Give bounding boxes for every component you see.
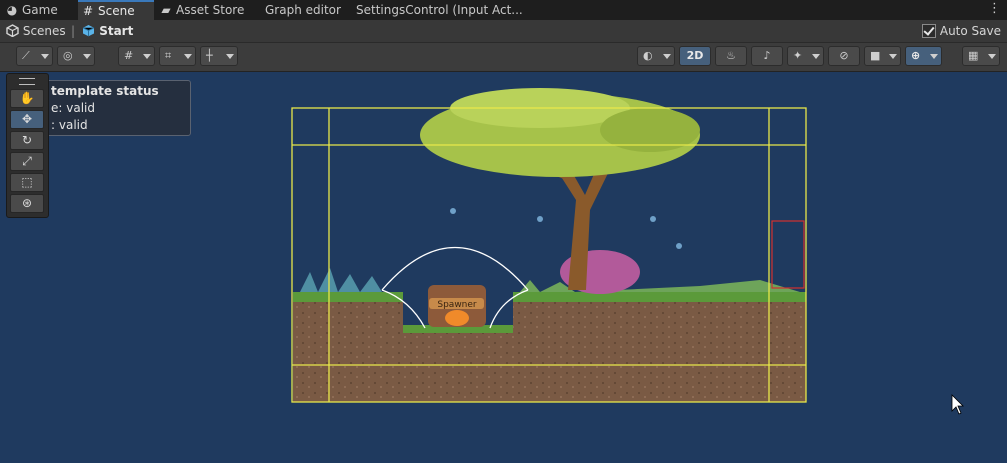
move-tool-icon: ✥ xyxy=(21,112,33,126)
grass-left xyxy=(293,292,403,302)
template-status-line: e: valid xyxy=(51,101,95,115)
grass-tufts-right xyxy=(520,280,800,292)
scale-tool-icon: ⤢ xyxy=(22,154,32,168)
grass-right xyxy=(513,292,806,302)
move-tool-button[interactable]: ✥ xyxy=(10,110,44,129)
template-status-line: : valid xyxy=(51,118,88,132)
trigger-zone[interactable] xyxy=(771,220,805,289)
rect-tool-button[interactable]: ⬚ xyxy=(10,173,44,192)
mouse-cursor-icon xyxy=(951,394,964,415)
tool-palette: ✋ ✥ ↻ ⤢ ⬚ ⊛ xyxy=(6,73,49,218)
drag-handle-icon[interactable] xyxy=(19,78,35,85)
hand-tool-icon: ✋ xyxy=(19,91,35,105)
leaf-particle xyxy=(650,216,656,222)
leaf-particle xyxy=(676,243,682,249)
transform-tool-button[interactable]: ⊛ xyxy=(10,194,44,213)
rotate-tool-button[interactable]: ↻ xyxy=(10,131,44,150)
ground-bottom xyxy=(293,365,806,402)
rect-tool-icon: ⬚ xyxy=(21,175,33,189)
leaf-particle xyxy=(537,216,543,222)
hand-tool-button[interactable]: ✋ xyxy=(10,89,44,108)
template-status-overlay: template status e: valid : valid xyxy=(46,80,191,136)
scale-tool-button[interactable]: ⤢ xyxy=(10,152,44,171)
jump-arc-gizmo xyxy=(381,247,529,291)
leaf-particle xyxy=(450,208,456,214)
rotate-tool-icon: ↻ xyxy=(21,133,33,147)
grass-tufts xyxy=(300,268,382,292)
spawner-label: Spawner xyxy=(437,300,477,310)
ground-left xyxy=(293,300,403,365)
ground-right xyxy=(513,300,806,365)
fire xyxy=(445,310,469,326)
template-status-title: template status xyxy=(51,84,159,98)
scene-viewport[interactable]: Spawner xyxy=(0,0,1007,463)
transform-tool-icon: ⊛ xyxy=(21,196,33,210)
ground-pit xyxy=(403,330,513,365)
